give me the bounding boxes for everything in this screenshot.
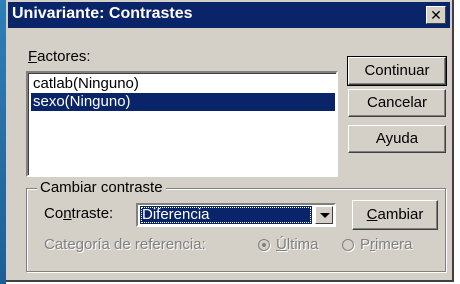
- contrast-label-accelerator: n: [63, 205, 72, 222]
- change-button[interactable]: Cambiar: [352, 200, 438, 230]
- chevron-down-icon[interactable]: [315, 206, 333, 224]
- change-button-rest: ambiar: [377, 206, 424, 223]
- group-title: Cambiar contraste: [37, 179, 166, 196]
- close-icon: ✕: [430, 7, 442, 23]
- contrast-select[interactable]: Diferencia: [136, 203, 336, 227]
- radio-first[interactable]: [342, 239, 354, 251]
- continue-button[interactable]: Continuar: [347, 56, 447, 86]
- title-bar: Univariante: Contrastes ✕: [8, 2, 450, 28]
- radio-first-part2: imera: [375, 236, 413, 253]
- contrast-label-part1: Co: [44, 205, 64, 222]
- radio-first-label: Primera: [360, 236, 413, 253]
- contrast-label-part2: traste:: [71, 205, 114, 222]
- contrasts-dialog: Univariante: Contrastes ✕ Factores: catl…: [6, 0, 454, 282]
- radio-last-label: Última: [276, 236, 319, 253]
- factors-label-rest: actores:: [37, 48, 91, 65]
- factors-label: Factores:: [28, 48, 91, 65]
- change-button-accelerator: C: [366, 206, 378, 223]
- radio-first-part1: P: [360, 236, 371, 253]
- list-item[interactable]: catlab(Ninguno): [31, 75, 335, 93]
- list-item[interactable]: sexo(Ninguno): [31, 93, 335, 111]
- contrast-label: Contraste:: [44, 205, 113, 222]
- factors-listbox[interactable]: catlab(Ninguno) sexo(Ninguno): [26, 71, 338, 177]
- factors-label-accelerator: F: [28, 48, 38, 65]
- radio-last[interactable]: [258, 239, 270, 251]
- close-button[interactable]: ✕: [426, 6, 446, 24]
- contrast-select-value: Diferencia: [140, 206, 312, 224]
- help-button[interactable]: Ayuda: [348, 125, 446, 153]
- cancel-button[interactable]: Cancelar: [348, 89, 446, 117]
- radio-last-accelerator: Ú: [276, 236, 287, 253]
- window-title: Univariante: Contrastes: [12, 5, 193, 22]
- reference-category-label: Categoría de referencia:: [44, 236, 206, 253]
- radio-last-rest: ltima: [286, 236, 319, 253]
